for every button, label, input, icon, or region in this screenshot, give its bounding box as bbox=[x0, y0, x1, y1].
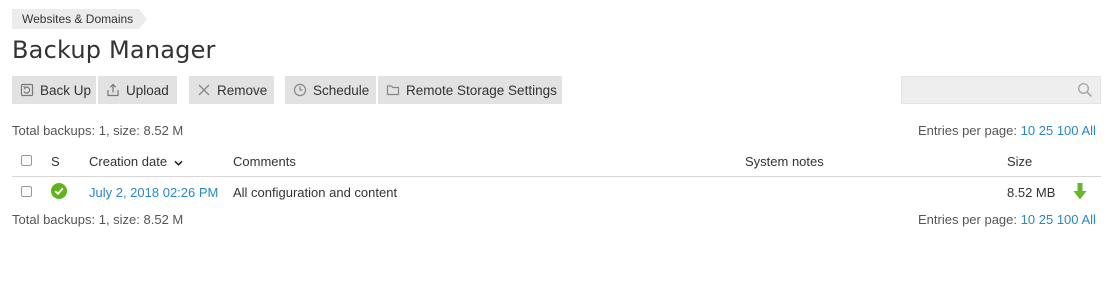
row-checkbox[interactable] bbox=[21, 186, 32, 197]
remote-storage-settings-label: Remote Storage Settings bbox=[406, 82, 557, 98]
page-size-all[interactable]: All bbox=[1081, 212, 1095, 227]
pagination-top: Entries per page: 10 25 100 All bbox=[918, 123, 1096, 138]
back-up-button[interactable]: Back Up bbox=[12, 76, 96, 104]
breadcrumb[interactable]: Websites & Domains bbox=[12, 9, 148, 29]
backup-summary-bottom: Total backups: 1, size: 8.52 M bbox=[12, 212, 184, 227]
header-divider bbox=[12, 176, 1101, 177]
search-input[interactable] bbox=[901, 76, 1101, 104]
backup-summary: Total backups: 1, size: 8.52 M bbox=[12, 123, 184, 138]
chevron-down-icon bbox=[174, 155, 183, 170]
breadcrumb-item[interactable]: Websites & Domains bbox=[22, 12, 133, 26]
upload-icon bbox=[106, 83, 120, 97]
page-size-100[interactable]: 100 bbox=[1057, 123, 1079, 138]
backup-date-link[interactable]: July 2, 2018 02:26 PM bbox=[89, 185, 218, 200]
page-size-100[interactable]: 100 bbox=[1057, 212, 1079, 227]
column-size[interactable]: Size bbox=[1007, 154, 1032, 169]
clock-icon bbox=[293, 83, 307, 97]
pagination-bottom: Entries per page: 10 25 100 All bbox=[918, 212, 1096, 227]
remove-label: Remove bbox=[217, 82, 268, 98]
entries-per-page-label: Entries per page: bbox=[918, 123, 1018, 138]
page-size-25[interactable]: 25 bbox=[1039, 123, 1053, 138]
select-all-checkbox[interactable] bbox=[21, 155, 32, 166]
column-creation-date-label: Creation date bbox=[89, 154, 168, 169]
backup-size: 8.52 MB bbox=[1007, 185, 1056, 200]
schedule-label: Schedule bbox=[313, 82, 370, 98]
download-arrow-icon[interactable] bbox=[1073, 183, 1087, 200]
page-title: Backup Manager bbox=[12, 36, 216, 64]
page-size-all[interactable]: All bbox=[1081, 123, 1095, 138]
remove-button[interactable]: Remove bbox=[189, 76, 274, 104]
column-creation-date[interactable]: Creation date bbox=[89, 154, 183, 170]
upload-label: Upload bbox=[126, 82, 169, 98]
check-circle-icon bbox=[51, 183, 67, 199]
remove-icon bbox=[197, 83, 211, 97]
remote-storage-settings-button[interactable]: Remote Storage Settings bbox=[378, 76, 562, 104]
page-size-10[interactable]: 10 bbox=[1021, 123, 1035, 138]
entries-per-page-label: Entries per page: bbox=[918, 212, 1018, 227]
back-up-label: Back Up bbox=[40, 82, 92, 98]
column-comments[interactable]: Comments bbox=[233, 154, 296, 169]
column-system-notes[interactable]: System notes bbox=[745, 154, 824, 169]
folder-icon bbox=[386, 83, 400, 97]
backup-icon bbox=[20, 83, 34, 97]
backup-comments: All configuration and content bbox=[233, 185, 398, 200]
page-size-25[interactable]: 25 bbox=[1039, 212, 1053, 227]
page-size-10[interactable]: 10 bbox=[1021, 212, 1035, 227]
search-icon[interactable] bbox=[1077, 82, 1093, 98]
column-status[interactable]: S bbox=[51, 154, 60, 169]
schedule-button[interactable]: Schedule bbox=[285, 76, 376, 104]
upload-button[interactable]: Upload bbox=[98, 76, 177, 104]
